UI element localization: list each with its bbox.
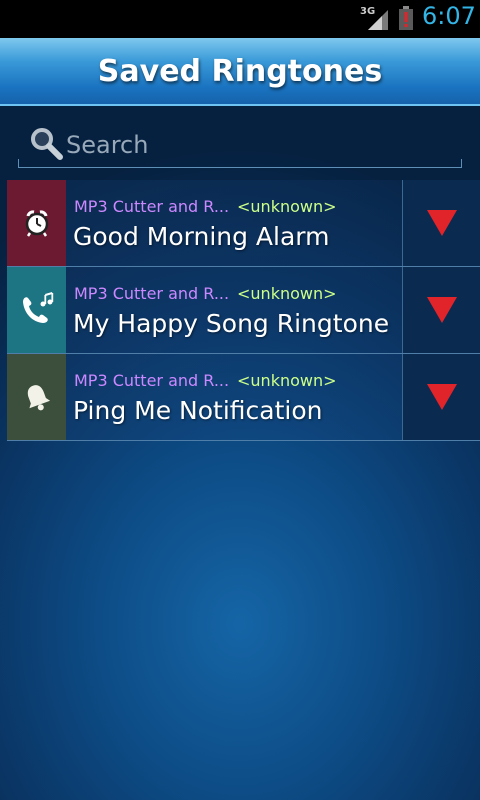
dropdown-triangle-icon	[426, 297, 457, 323]
ringtone-album: <unknown>	[237, 197, 337, 216]
ringtone-type-thumb	[7, 180, 66, 266]
ringtone-artist: MP3 Cutter and R...	[74, 371, 230, 390]
list-item[interactable]: MP3 Cutter and R... <unknown> My Happy S…	[7, 267, 480, 354]
ringtone-artist: MP3 Cutter and R...	[74, 197, 230, 216]
phone-music-icon	[22, 292, 53, 323]
ringtone-name: Good Morning Alarm	[73, 222, 330, 251]
title-bar: Saved Ringtones	[0, 38, 480, 106]
ringtone-menu-button[interactable]	[402, 354, 480, 440]
dropdown-triangle-icon	[426, 210, 457, 236]
ringtone-menu-button[interactable]	[402, 180, 480, 266]
screen: 3G 6:07 Saved Ringtones Search MP3 Cutte…	[0, 0, 480, 800]
page-title: Saved Ringtones	[97, 54, 383, 89]
bell-icon	[27, 385, 50, 411]
search-input[interactable]	[66, 126, 446, 164]
clock: 6:07	[422, 2, 476, 30]
ringtone-name: My Happy Song Ringtone	[73, 309, 390, 338]
signal-icon	[368, 10, 388, 30]
ringtone-artist: MP3 Cutter and R...	[74, 284, 230, 303]
ringtone-type-thumb	[7, 267, 66, 353]
ringtone-album: <unknown>	[237, 284, 337, 303]
ringtone-album: <unknown>	[237, 371, 337, 390]
ringtone-type-thumb	[7, 354, 66, 440]
ringtone-name: Ping Me Notification	[73, 396, 323, 425]
search-icon	[31, 128, 63, 160]
search-underline-left	[18, 159, 19, 167]
status-bar: 3G 6:07	[0, 0, 480, 38]
alarm-clock-icon	[25, 210, 48, 237]
search-underline-right	[461, 159, 462, 167]
list-item[interactable]: MP3 Cutter and R... <unknown> Good Morni…	[7, 180, 480, 267]
search-bar	[18, 118, 462, 168]
list-item[interactable]: MP3 Cutter and R... <unknown> Ping Me No…	[7, 354, 480, 441]
ringtone-list: MP3 Cutter and R... <unknown> Good Morni…	[7, 180, 480, 441]
ringtone-menu-button[interactable]	[402, 267, 480, 353]
battery-alert-icon	[399, 6, 413, 30]
dropdown-triangle-icon	[426, 384, 457, 410]
